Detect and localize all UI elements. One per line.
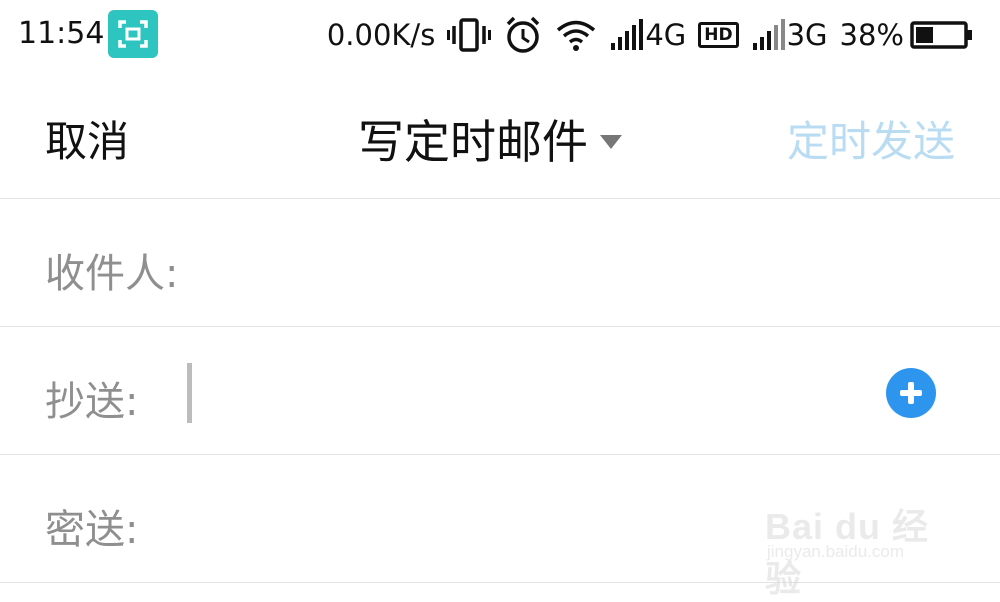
hd-icon: HD bbox=[698, 22, 739, 48]
add-contact-icon[interactable] bbox=[886, 368, 936, 418]
recipient-input[interactable] bbox=[210, 229, 874, 297]
alarm-icon bbox=[503, 15, 543, 55]
recipient-label: 收件人: bbox=[45, 251, 179, 297]
battery-icon bbox=[910, 21, 972, 49]
signal-2: 3G bbox=[751, 18, 828, 52]
bcc-input[interactable] bbox=[190, 485, 854, 553]
scheduled-send-button[interactable]: 定时发送 bbox=[787, 108, 955, 169]
page-title: 写定时邮件 bbox=[358, 115, 588, 169]
signal-icon bbox=[752, 19, 785, 50]
cancel-button[interactable]: 取消 bbox=[45, 108, 129, 169]
mail-type-selector[interactable]: 写定时邮件 bbox=[358, 106, 622, 172]
cc-row: 抄送: bbox=[0, 327, 1000, 455]
signal-1-label: 4G bbox=[645, 18, 687, 52]
signal-2-label: 3G bbox=[786, 18, 828, 52]
cc-input[interactable] bbox=[190, 357, 854, 425]
wifi-icon bbox=[555, 18, 597, 52]
signal-icon bbox=[611, 19, 644, 50]
status-time: 11:54 bbox=[18, 16, 105, 51]
text-cursor bbox=[187, 363, 192, 423]
screenshot-icon bbox=[108, 10, 158, 58]
watermark-url: jingyan.baidu.com bbox=[767, 542, 905, 561]
battery: 38% bbox=[840, 18, 974, 52]
signal-1: 4G bbox=[609, 18, 686, 52]
battery-percent: 38% bbox=[839, 18, 904, 52]
vibrate-icon bbox=[447, 17, 492, 53]
status-indicators: 0.00K/s 4G HD 3G 38% bbox=[327, 12, 974, 58]
compose-header: 取消 写定时邮件 定时发送 bbox=[0, 72, 1000, 199]
caret-down-icon bbox=[600, 135, 622, 149]
cc-label: 抄送: bbox=[45, 379, 139, 425]
watermark: Bai du 经验 jingyan.baidu.com bbox=[765, 478, 955, 599]
bcc-label: 密送: bbox=[45, 507, 139, 553]
status-bar: 11:54 0.00K/s 4G HD 3G 38% bbox=[0, 0, 1000, 72]
recipient-row: 收件人: bbox=[0, 199, 1000, 327]
network-speed: 0.00K/s bbox=[326, 18, 436, 52]
